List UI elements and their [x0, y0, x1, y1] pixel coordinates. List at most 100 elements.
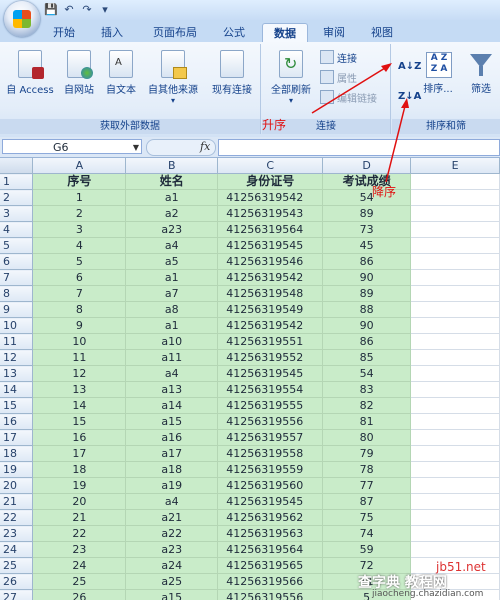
empty-cell[interactable] [410, 365, 500, 382]
tab-insert[interactable]: 插入 [94, 23, 130, 42]
data-cell[interactable]: 41256319555 [217, 397, 324, 414]
data-cell[interactable]: 23 [32, 541, 127, 558]
data-cell[interactable]: 82 [322, 397, 412, 414]
row-header[interactable]: 16 [0, 413, 34, 430]
row-header[interactable]: 23 [0, 525, 34, 542]
data-cell[interactable]: 8 [32, 301, 127, 318]
header-cell[interactable]: 身份证号 [217, 173, 324, 190]
column-header[interactable]: A [32, 158, 127, 174]
data-cell[interactable]: 1 [32, 189, 127, 206]
properties-button[interactable]: 属性 [320, 70, 357, 86]
data-cell[interactable]: a22 [125, 525, 219, 542]
row-header[interactable]: 7 [0, 269, 34, 286]
data-cell[interactable]: a19 [125, 477, 219, 494]
data-cell[interactable]: 41256319549 [217, 301, 324, 318]
data-cell[interactable]: a15 [125, 589, 219, 600]
data-cell[interactable]: 19 [32, 477, 127, 494]
row-header[interactable]: 3 [0, 205, 34, 222]
data-cell[interactable]: 15 [32, 413, 127, 430]
data-cell[interactable]: 83 [322, 381, 412, 398]
data-cell[interactable]: 10 [32, 333, 127, 350]
tab-formulas[interactable]: 公式 [216, 23, 252, 42]
empty-cell[interactable] [410, 445, 500, 462]
data-cell[interactable]: 74 [322, 525, 412, 542]
from-web-button[interactable]: 自网站 [58, 50, 100, 96]
empty-cell[interactable] [410, 237, 500, 254]
data-cell[interactable]: 12 [32, 365, 127, 382]
data-cell[interactable]: a23 [125, 221, 219, 238]
row-header[interactable]: 21 [0, 493, 34, 510]
empty-cell[interactable] [410, 333, 500, 350]
empty-cell[interactable] [410, 381, 500, 398]
data-cell[interactable]: 41256319557 [217, 429, 324, 446]
name-box[interactable]: G6 ▼ [2, 139, 142, 154]
connections-button[interactable]: 连接 [320, 50, 357, 66]
data-cell[interactable]: a21 [125, 509, 219, 526]
data-cell[interactable]: 41256319545 [217, 493, 324, 510]
row-header[interactable]: 10 [0, 317, 34, 334]
data-cell[interactable]: 41256319556 [217, 589, 324, 600]
row-header[interactable]: 9 [0, 301, 34, 318]
row-header[interactable]: 25 [0, 557, 34, 574]
data-cell[interactable]: 11 [32, 349, 127, 366]
data-cell[interactable]: a23 [125, 541, 219, 558]
data-cell[interactable]: 54 [322, 189, 412, 206]
select-all-corner[interactable] [0, 158, 34, 174]
data-cell[interactable]: 41256319563 [217, 525, 324, 542]
data-cell[interactable]: 54 [322, 365, 412, 382]
empty-cell[interactable] [410, 221, 500, 238]
data-cell[interactable]: 7 [32, 285, 127, 302]
data-cell[interactable]: 21 [32, 509, 127, 526]
office-button[interactable] [4, 1, 40, 37]
data-cell[interactable]: 86 [322, 333, 412, 350]
data-cell[interactable]: a15 [125, 413, 219, 430]
row-header[interactable]: 1 [0, 173, 34, 190]
data-cell[interactable]: a17 [125, 445, 219, 462]
data-cell[interactable]: a2 [125, 205, 219, 222]
tab-home[interactable]: 开始 [46, 23, 82, 42]
data-cell[interactable]: a14 [125, 397, 219, 414]
data-cell[interactable]: 41256319552 [217, 349, 324, 366]
data-cell[interactable]: 75 [322, 509, 412, 526]
data-cell[interactable]: 41256319545 [217, 365, 324, 382]
row-header[interactable]: 6 [0, 253, 34, 270]
data-cell[interactable]: 89 [322, 205, 412, 222]
data-cell[interactable]: 18 [32, 461, 127, 478]
header-cell[interactable]: 序号 [32, 173, 127, 190]
column-header[interactable]: C [217, 158, 324, 174]
empty-cell[interactable] [410, 493, 500, 510]
data-cell[interactable]: 41256319564 [217, 541, 324, 558]
data-cell[interactable]: 41256319556 [217, 413, 324, 430]
data-cell[interactable]: 41256319565 [217, 557, 324, 574]
from-other-sources-button[interactable]: 自其他来源 ▾ [142, 50, 204, 105]
data-cell[interactable]: 59 [322, 541, 412, 558]
empty-cell[interactable] [410, 525, 500, 542]
tab-view[interactable]: 视图 [364, 23, 400, 42]
data-cell[interactable]: 79 [322, 445, 412, 462]
data-cell[interactable]: a18 [125, 461, 219, 478]
data-cell[interactable]: 41256319558 [217, 445, 324, 462]
header-cell[interactable]: 姓名 [125, 173, 219, 190]
data-cell[interactable]: 9 [32, 317, 127, 334]
data-cell[interactable]: 41256319551 [217, 333, 324, 350]
empty-cell[interactable] [410, 205, 500, 222]
data-cell[interactable]: 88 [322, 301, 412, 318]
from-access-button[interactable]: 自 Access [4, 50, 56, 96]
empty-cell[interactable] [410, 253, 500, 270]
data-cell[interactable]: a16 [125, 429, 219, 446]
data-cell[interactable]: 24 [32, 557, 127, 574]
empty-cell[interactable] [410, 269, 500, 286]
row-header[interactable]: 19 [0, 461, 34, 478]
worksheet-grid[interactable]: A B C D E 1 序号 姓名 身份证号 考试成绩 2 1 a1 41256319542 54… [0, 158, 500, 600]
save-icon[interactable]: 💾 [44, 3, 58, 17]
data-cell[interactable]: 41256319560 [217, 477, 324, 494]
empty-cell[interactable] [410, 173, 500, 190]
data-cell[interactable]: 41256319554 [217, 381, 324, 398]
data-cell[interactable]: a1 [125, 317, 219, 334]
data-cell[interactable]: 86 [322, 253, 412, 270]
data-cell[interactable]: 41256319566 [217, 573, 324, 590]
data-cell[interactable]: 77 [322, 477, 412, 494]
empty-cell[interactable] [410, 397, 500, 414]
data-cell[interactable]: 17 [32, 445, 127, 462]
empty-cell[interactable] [410, 189, 500, 206]
